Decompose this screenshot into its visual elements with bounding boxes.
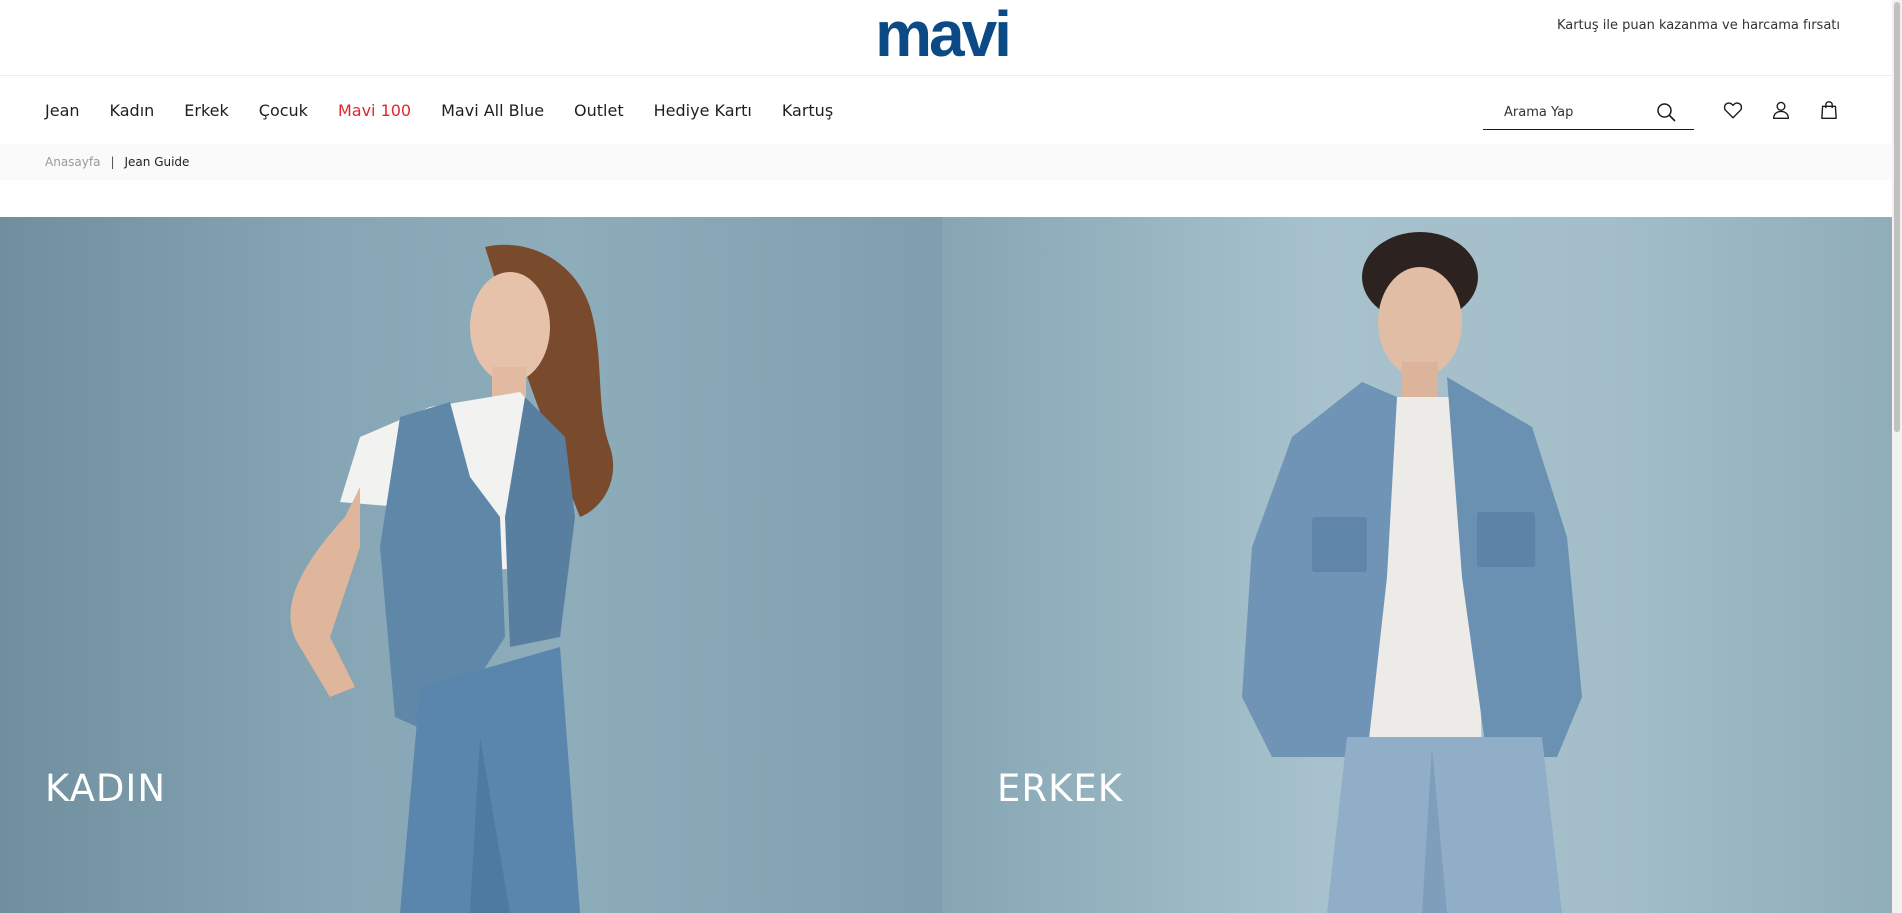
cart-button[interactable]: [1818, 99, 1840, 121]
promo-text[interactable]: Kartuş ile puan kazanma ve harcama fırsa…: [1557, 18, 1840, 33]
page-scrollbar[interactable]: [1892, 0, 1902, 913]
user-icon: [1772, 101, 1790, 119]
hero-kadin-title[interactable]: KADIN: [45, 767, 166, 810]
nav-item-erkek[interactable]: Erkek: [184, 101, 229, 120]
nav-item-hediye-karti[interactable]: Hediye Kartı: [654, 101, 752, 120]
nav-item-jean[interactable]: Jean: [45, 101, 80, 120]
breadcrumb-home-link[interactable]: Anasayfa: [45, 155, 100, 169]
search-box: [1483, 95, 1694, 130]
heart-icon: [1723, 102, 1743, 119]
breadcrumb-separator: |: [110, 155, 115, 169]
hero-erkek-banner[interactable]: ERKEK: [942, 217, 1892, 913]
nav-item-kartus[interactable]: Kartuş: [782, 101, 833, 120]
scrollbar-thumb[interactable]: [1894, 2, 1900, 432]
hero-erkek-title[interactable]: ERKEK: [997, 767, 1123, 810]
breadcrumb-bar: Anasayfa | Jean Guide: [0, 144, 1892, 180]
nav-menu: Jean Kadın Erkek Çocuk Mavi 100 Mavi All…: [45, 77, 863, 144]
breadcrumb: Anasayfa | Jean Guide: [45, 155, 189, 169]
logo-text: mavi: [875, 6, 1009, 66]
nav-item-outlet[interactable]: Outlet: [574, 101, 624, 120]
shopping-bag-icon: [1821, 101, 1837, 119]
search-icon[interactable]: [1656, 102, 1676, 122]
mavi-logo[interactable]: mavi: [862, 6, 1022, 66]
nav-item-mavi-100[interactable]: Mavi 100: [338, 101, 411, 120]
main-navigation: Jean Kadın Erkek Çocuk Mavi 100 Mavi All…: [0, 77, 1892, 144]
search-input[interactable]: [1483, 95, 1658, 129]
top-header: mavi Kartuş ile puan kazanma ve harcama …: [0, 0, 1892, 76]
account-button[interactable]: [1770, 99, 1792, 121]
nav-item-kadin[interactable]: Kadın: [110, 101, 155, 120]
favorites-button[interactable]: [1722, 99, 1744, 121]
nav-item-mavi-all-blue[interactable]: Mavi All Blue: [441, 101, 544, 120]
hero-kadin-banner[interactable]: KADIN: [0, 217, 942, 913]
nav-item-cocuk[interactable]: Çocuk: [259, 101, 308, 120]
breadcrumb-current: Jean Guide: [124, 155, 190, 169]
